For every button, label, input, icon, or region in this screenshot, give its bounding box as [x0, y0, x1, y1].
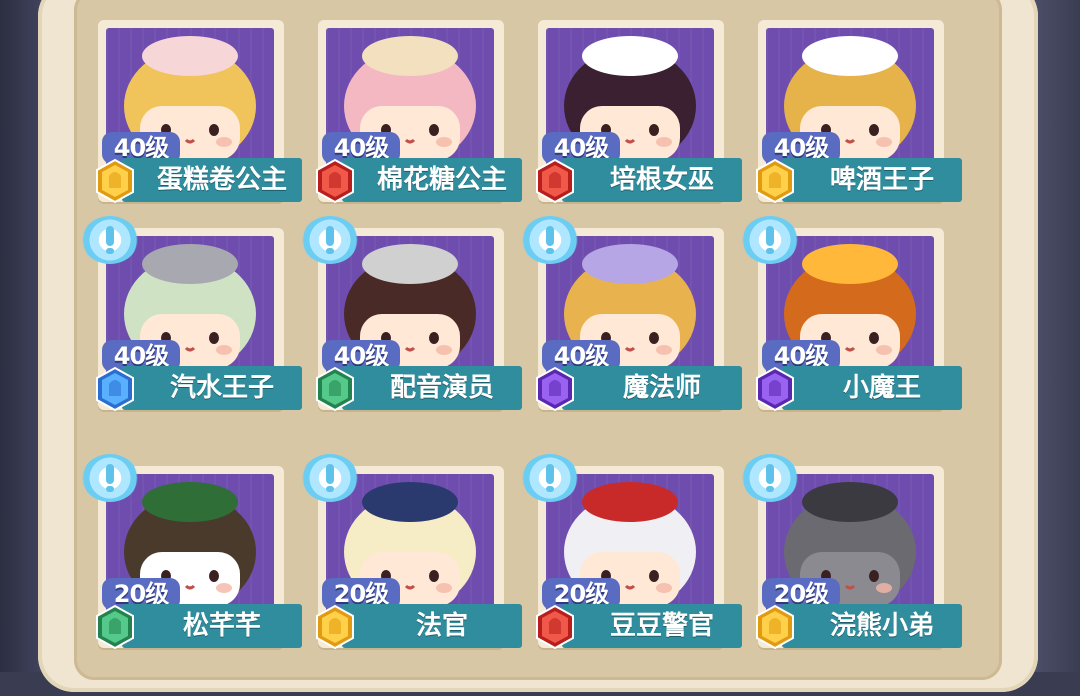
rank-shield-icon [314, 366, 356, 412]
rank-shield-icon [94, 604, 136, 650]
character-name: 浣熊小弟 [782, 604, 962, 648]
rank-shield-icon [754, 366, 796, 412]
character-name: 松芊芊 [122, 604, 302, 648]
character-name: 培根女巫 [562, 158, 742, 202]
alert-bubble-icon[interactable] [522, 454, 578, 502]
rank-shield-icon [94, 158, 136, 204]
rank-shield-icon [534, 158, 576, 204]
character-name: 蛋糕卷公主 [122, 158, 302, 202]
character-card[interactable]: 40级 培根女巫 [526, 20, 742, 250]
alert-bubble-icon[interactable] [82, 454, 138, 502]
rank-shield-icon [314, 604, 356, 650]
character-name: 棉花糖公主 [342, 158, 522, 202]
rank-shield-icon [94, 366, 136, 412]
character-card[interactable]: 20级 浣熊小弟 [742, 454, 962, 696]
character-name: 汽水王子 [122, 366, 302, 410]
rank-shield-icon [754, 158, 796, 204]
character-card[interactable]: 20级 松芊芊 [82, 454, 302, 696]
alert-bubble-icon[interactable] [742, 216, 798, 264]
character-card[interactable]: 40级 配音演员 [302, 216, 522, 458]
character-card[interactable]: 40级 小魔王 [742, 216, 962, 458]
character-card[interactable]: 40级 魔法师 [522, 216, 742, 458]
character-name: 豆豆警官 [562, 604, 742, 648]
character-card[interactable]: 40级 汽水王子 [82, 216, 302, 458]
alert-bubble-icon[interactable] [302, 454, 358, 502]
rank-shield-icon [314, 158, 356, 204]
alert-bubble-icon[interactable] [82, 216, 138, 264]
character-name: 配音演员 [342, 366, 522, 410]
rank-shield-icon [534, 366, 576, 412]
alert-bubble-icon[interactable] [522, 216, 578, 264]
character-card[interactable]: 40级 棉花糖公主 [306, 20, 522, 250]
alert-bubble-icon[interactable] [302, 216, 358, 264]
character-name: 魔法师 [562, 366, 742, 410]
character-name: 法官 [342, 604, 522, 648]
character-card[interactable]: 20级 豆豆警官 [522, 454, 742, 696]
rank-shield-icon [534, 604, 576, 650]
character-card[interactable]: 20级 法官 [302, 454, 522, 696]
character-name: 啤酒王子 [782, 158, 962, 202]
character-card[interactable]: 40级 蛋糕卷公主 [86, 20, 302, 250]
rank-shield-icon [754, 604, 796, 650]
character-name: 小魔王 [782, 366, 962, 410]
alert-bubble-icon[interactable] [742, 454, 798, 502]
character-card[interactable]: 40级 啤酒王子 [746, 20, 962, 250]
